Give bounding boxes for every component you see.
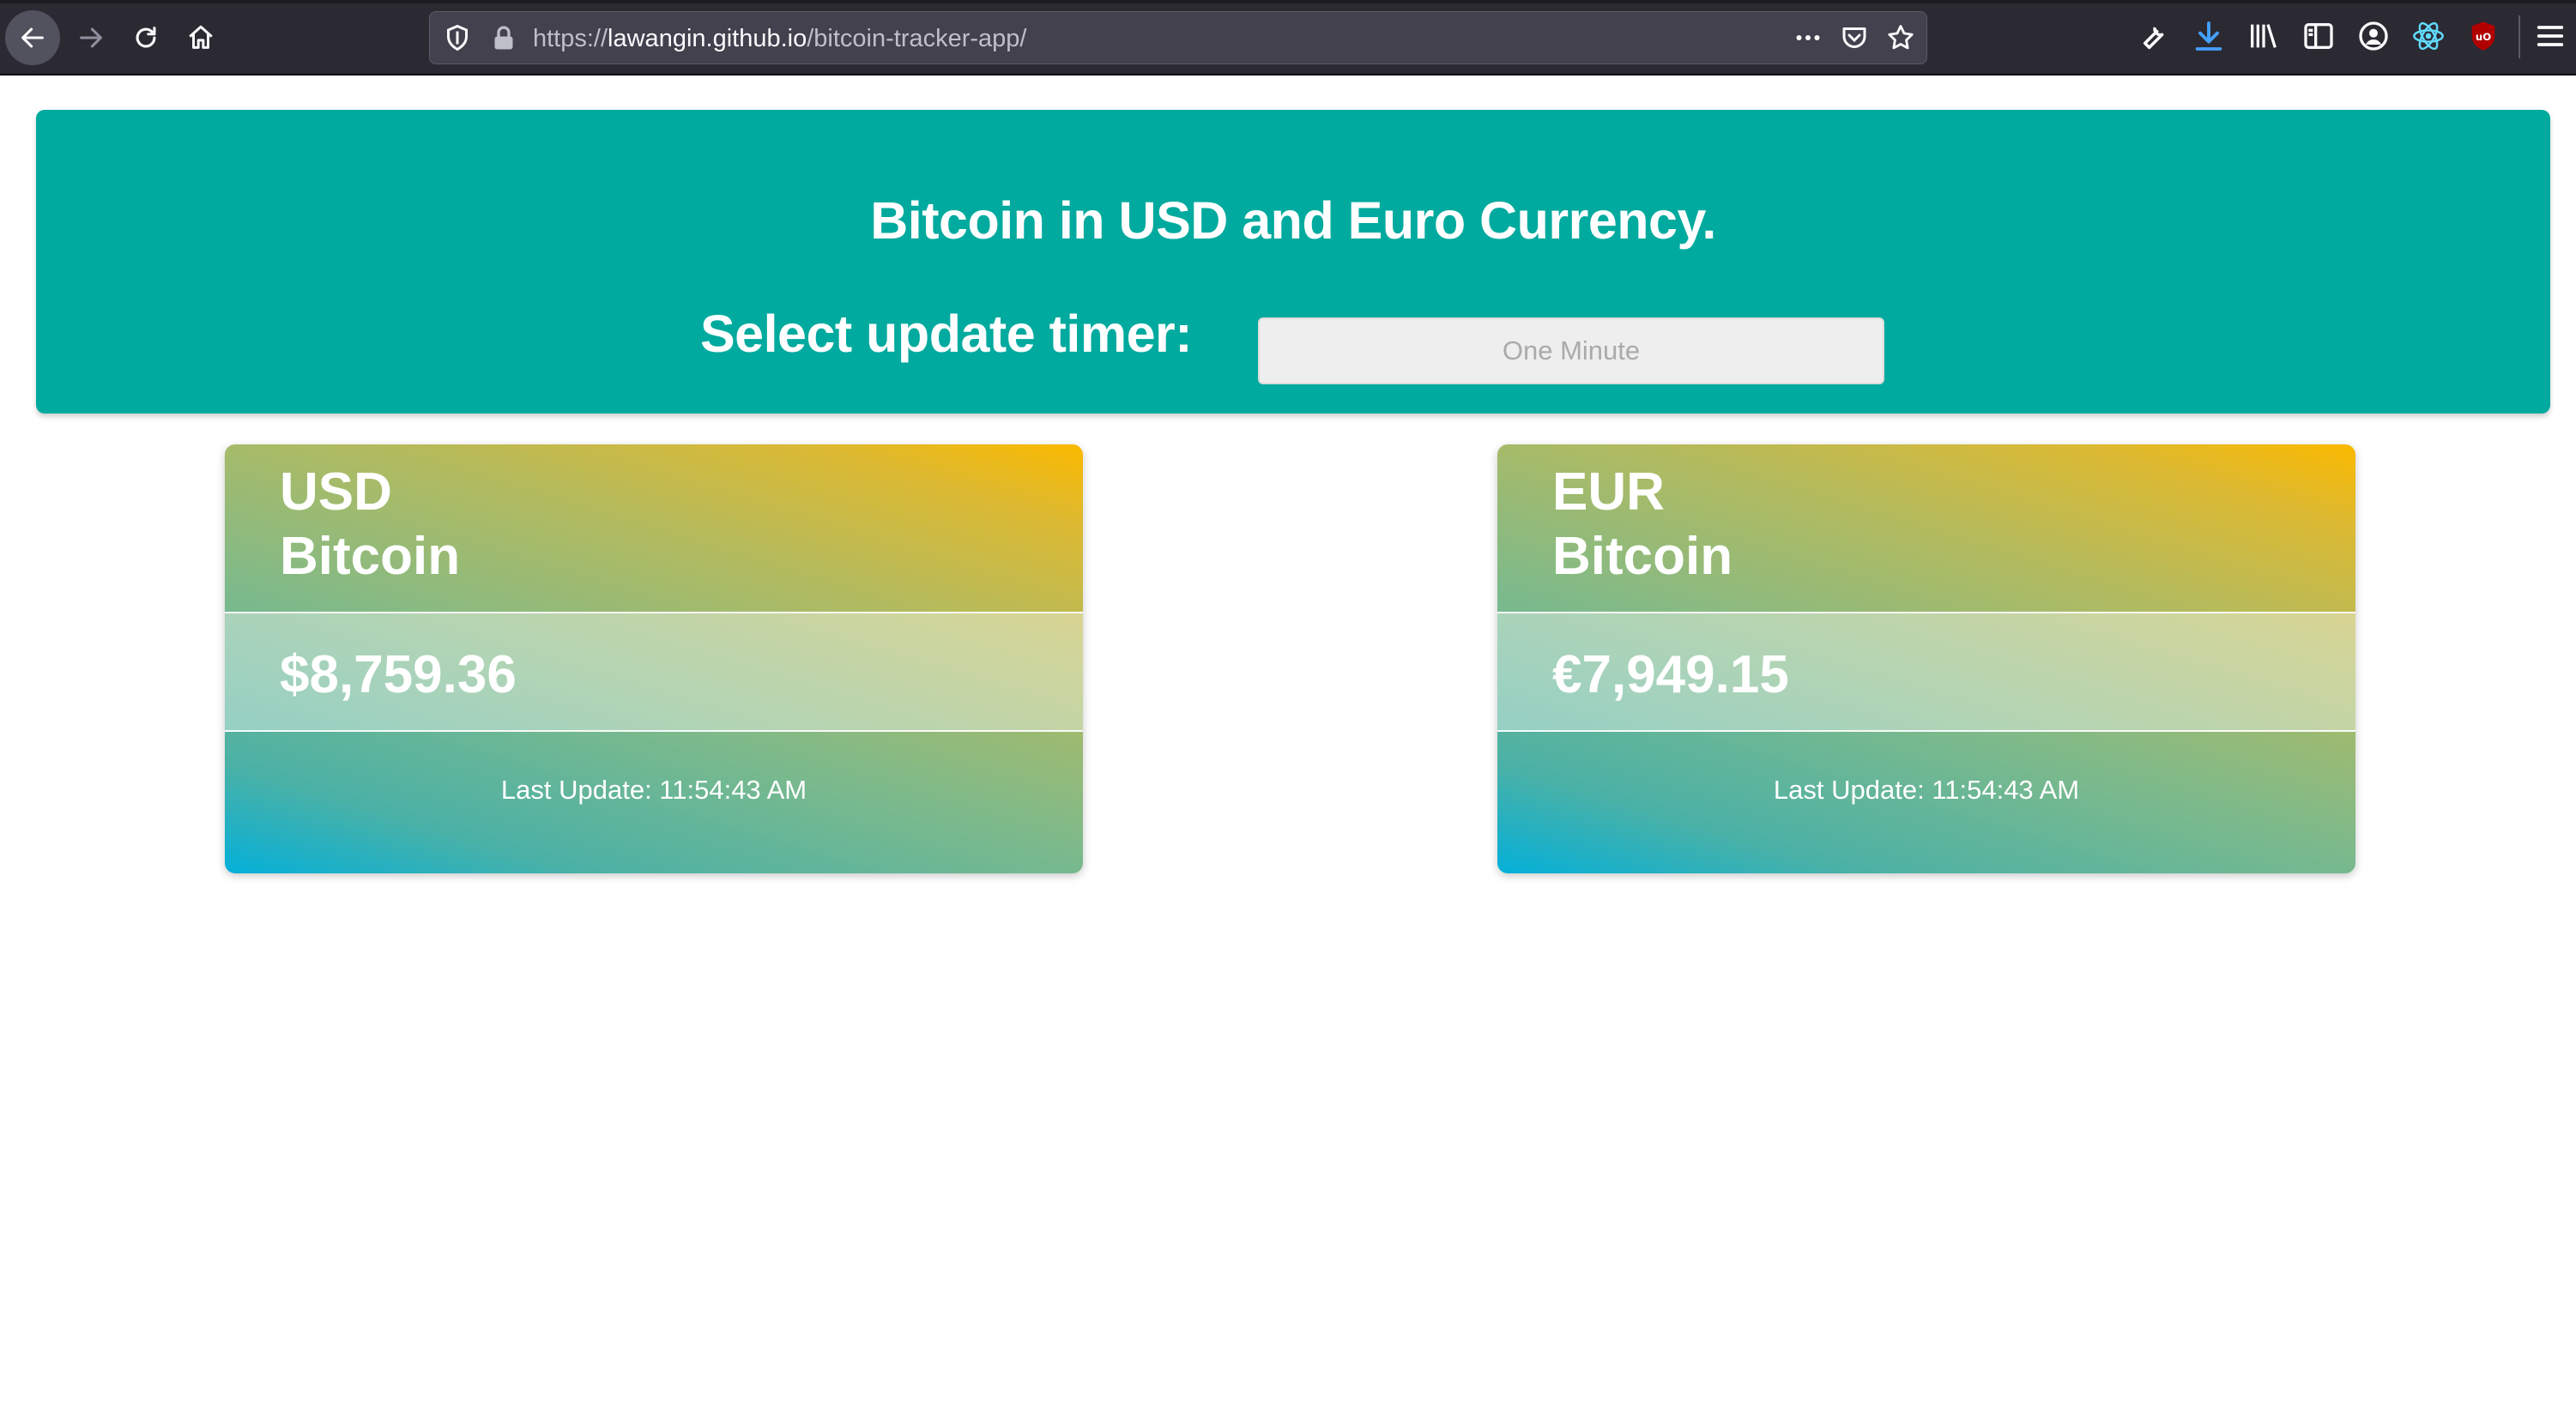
timer-label: Select update timer: [700, 305, 1193, 363]
update-timer-select[interactable]: One Minute [1258, 317, 1884, 384]
card-price: $8,759.36 [280, 645, 517, 704]
card-last-update: Last Update: 11:54:43 AM [500, 775, 807, 805]
ublock-icon[interactable]: uO [2466, 19, 2500, 53]
url-bar[interactable]: https://lawangin.github.io/bitcoin-track… [429, 11, 1927, 64]
page-title: Bitcoin in USD and Euro Currency. [870, 191, 1716, 250]
url-host: lawangin.github.io [608, 25, 807, 52]
reload-icon [136, 27, 156, 48]
back-arrow-icon [21, 27, 44, 48]
back-button[interactable] [5, 10, 60, 65]
svg-text:uO: uO [2476, 31, 2491, 43]
react-devtools-icon[interactable] [2411, 19, 2446, 53]
library-icon[interactable] [2246, 19, 2281, 53]
card-currency: EUR [1552, 462, 1665, 522]
card-price: €7,949.15 [1552, 645, 1789, 704]
url-scheme: https:// [533, 25, 608, 52]
wrench-icon[interactable] [2135, 19, 2169, 53]
usd-bitcoin-card: USD Bitcoin $8,759.36 Last Update: 11:54… [225, 444, 1083, 873]
lock-icon[interactable] [488, 22, 519, 53]
url-text[interactable]: https://lawangin.github.io/bitcoin-track… [533, 25, 1027, 53]
forward-arrow-icon [80, 27, 102, 48]
card-title: EUR Bitcoin [1552, 460, 1732, 589]
toolbar-separator [2519, 15, 2520, 58]
sidebar-icon[interactable] [2301, 19, 2336, 53]
card-currency: USD [280, 462, 392, 522]
menu-icon[interactable] [2533, 19, 2567, 53]
card-subtitle: Bitcoin [1552, 527, 1733, 586]
reload-button[interactable] [118, 10, 173, 65]
url-path: /bitcoin-tracker-app/ [807, 25, 1027, 52]
home-icon [189, 25, 213, 49]
bookmark-star-icon[interactable] [1885, 22, 1916, 53]
shield-icon[interactable] [442, 22, 473, 53]
pocket-icon[interactable] [1839, 22, 1870, 53]
eur-bitcoin-card: EUR Bitcoin €7,949.15 Last Update: 11:54… [1497, 444, 2355, 873]
browser-toolbar: https://lawangin.github.io/bitcoin-track… [0, 0, 2576, 75]
tab-strip [0, 0, 2576, 3]
card-subtitle: Bitcoin [280, 527, 461, 586]
more-icon[interactable] [1793, 22, 1823, 53]
account-icon[interactable] [2356, 19, 2391, 53]
home-button[interactable] [173, 10, 228, 65]
header-panel: Bitcoin in USD and Euro Currency. Select… [36, 110, 2550, 414]
card-last-update: Last Update: 11:54:43 AM [1773, 775, 2080, 805]
card-title: USD Bitcoin [280, 460, 460, 589]
card-price-band: €7,949.15 [1497, 612, 2355, 732]
card-price-band: $8,759.36 [225, 612, 1083, 732]
download-icon[interactable] [2192, 19, 2226, 53]
forward-button[interactable] [63, 10, 118, 65]
